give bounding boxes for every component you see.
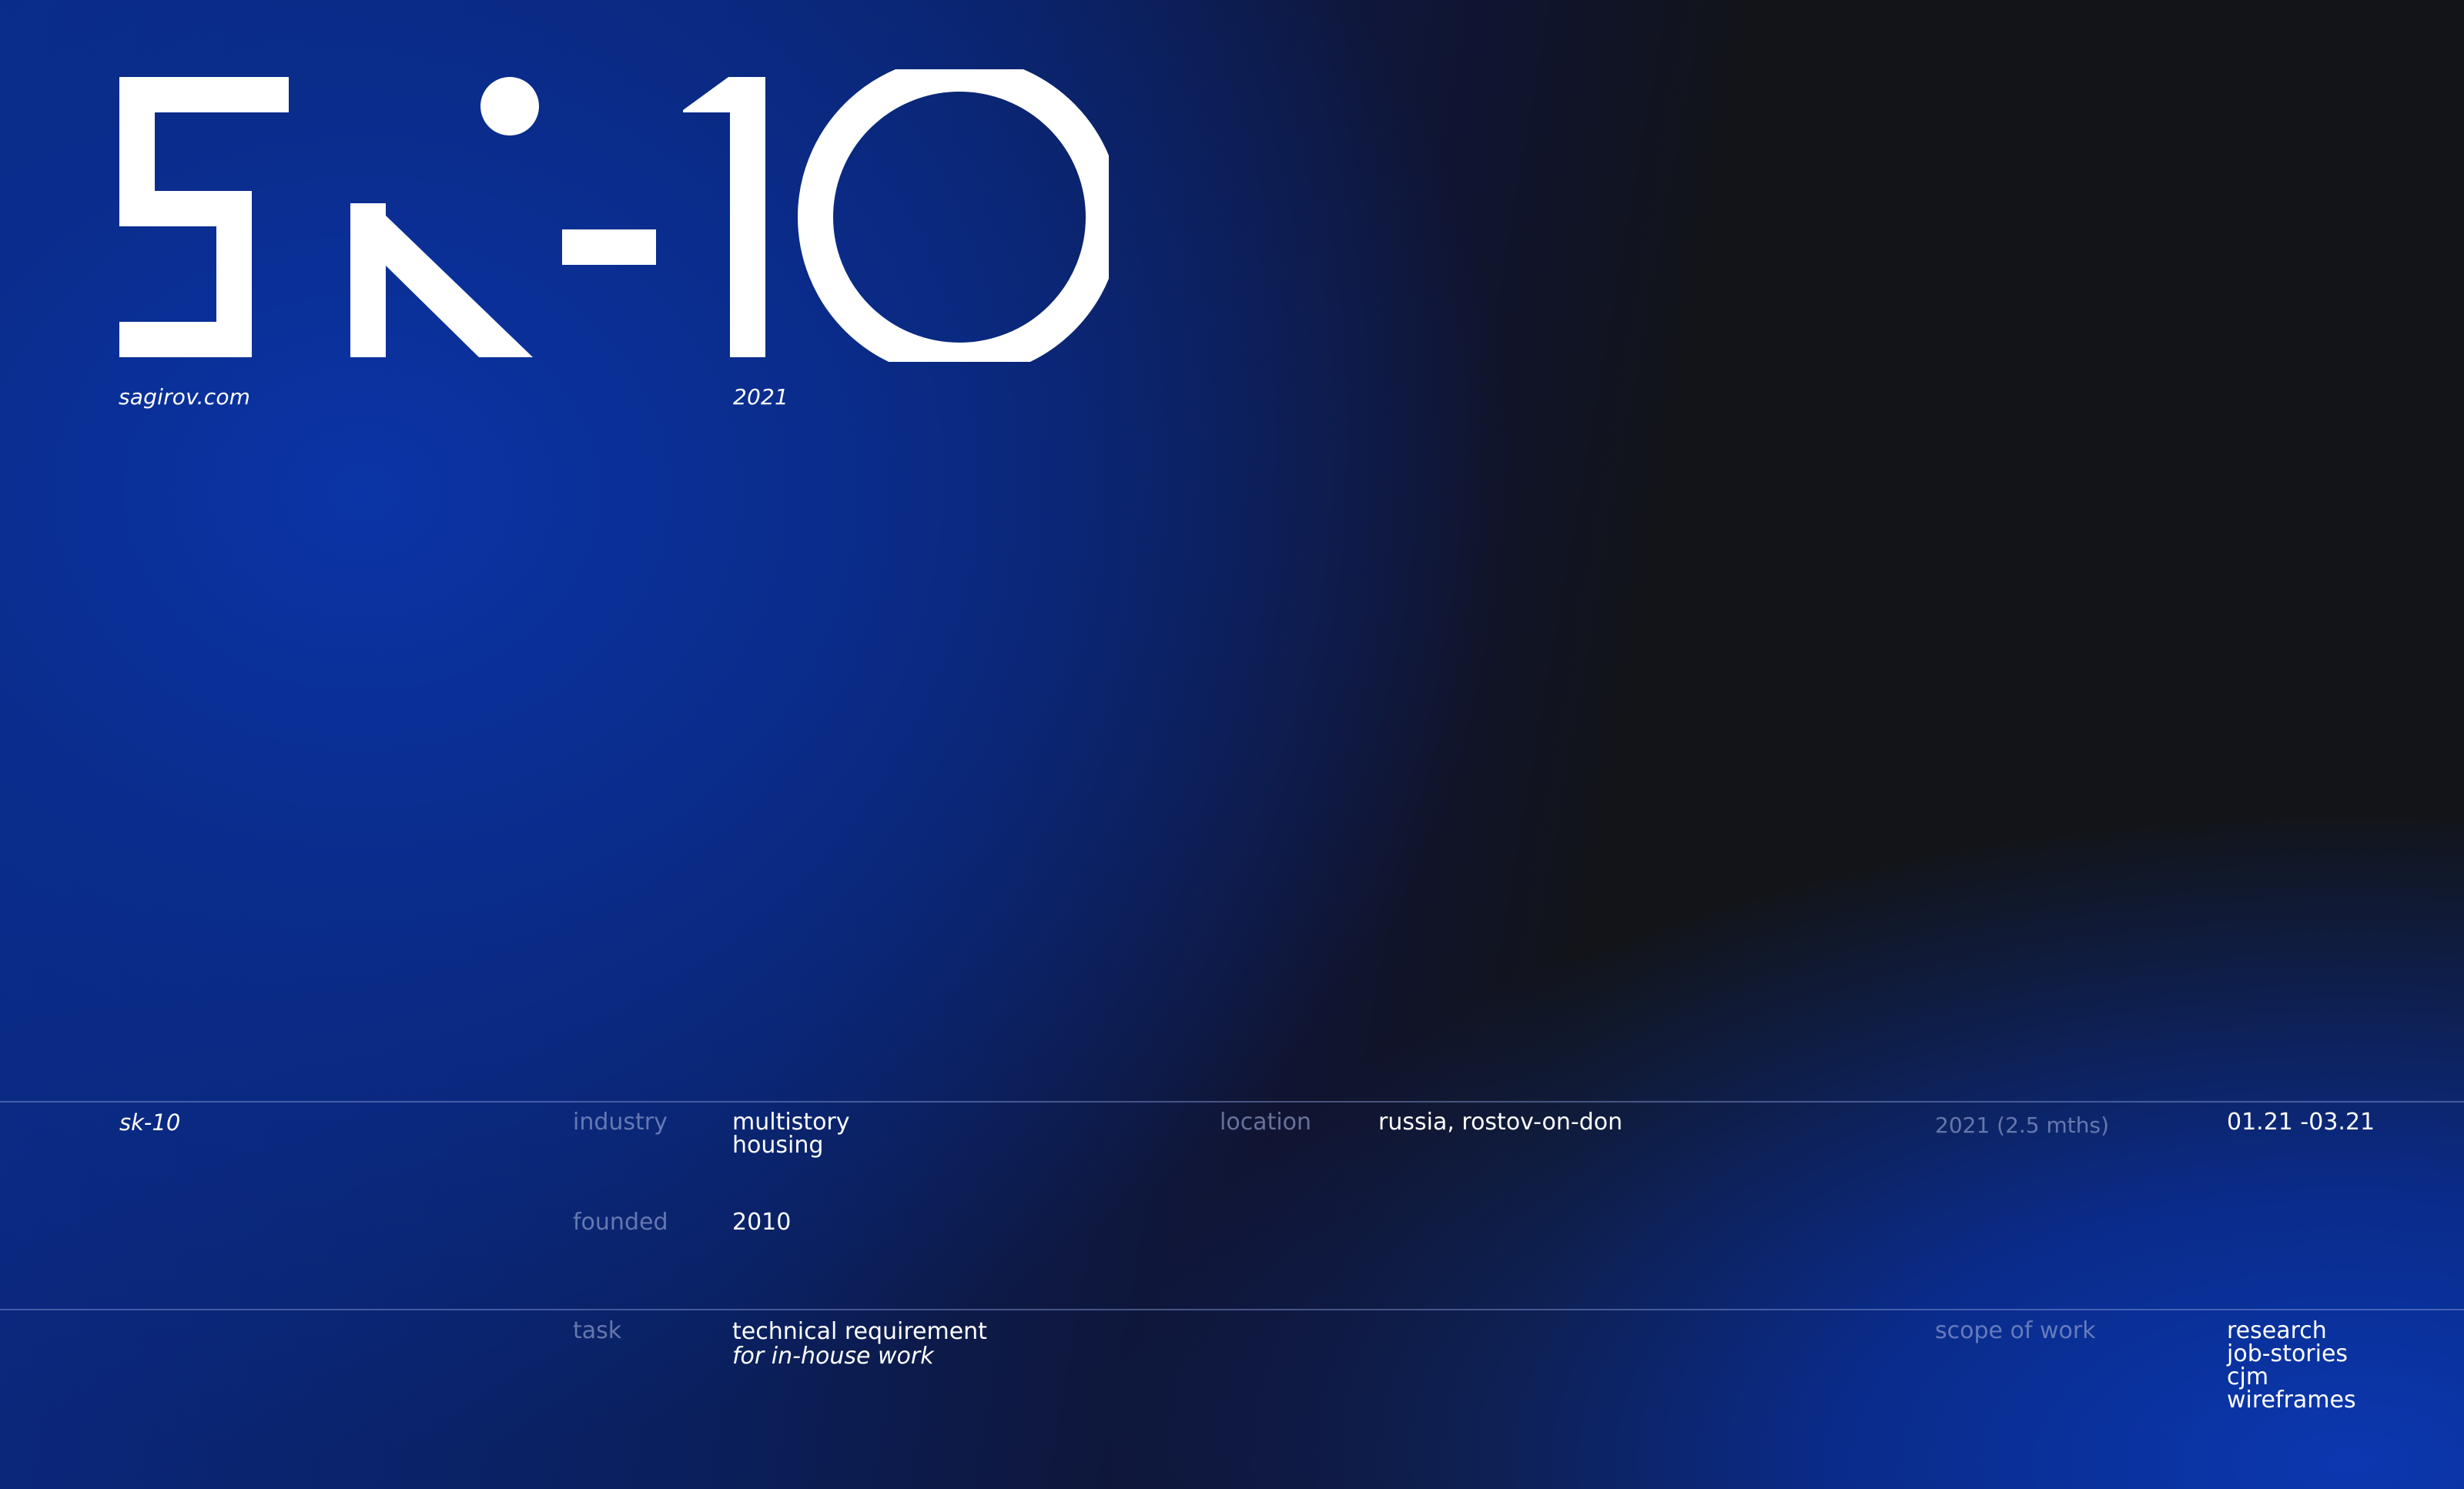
- logo-letter-k-leg: [386, 216, 533, 357]
- scope-item-research: research: [2227, 1317, 2327, 1344]
- logo-digit-one: [683, 77, 765, 357]
- divider-top: [0, 1101, 2464, 1103]
- logo-digit-zero: [798, 69, 1109, 362]
- industry-line-1: multistory: [732, 1109, 850, 1136]
- founded-value: 2010: [732, 1209, 792, 1236]
- scope-list: research job-stories cjm wireframes: [2227, 1320, 2356, 1412]
- founded-label: founded: [573, 1209, 668, 1236]
- scope-item-cjm: cjm: [2227, 1364, 2269, 1390]
- location-label: location: [1220, 1109, 1312, 1136]
- logo-dash: [562, 229, 656, 265]
- sk10-logo: [119, 69, 1109, 362]
- scope-label: scope of work: [1935, 1317, 2096, 1344]
- scope-item-wireframes: wireframes: [2227, 1387, 2356, 1414]
- project-name: sk-10: [119, 1109, 181, 1136]
- site-url[interactable]: sagirov.com: [119, 384, 250, 410]
- location-value: russia, rostov-on-don: [1378, 1109, 1623, 1136]
- scope-item-job-stories: job-stories: [2227, 1340, 2348, 1367]
- task-label: task: [573, 1317, 622, 1344]
- divider-middle: [0, 1309, 2464, 1310]
- year-label: 2021: [733, 384, 789, 410]
- task-value: technical requirement for in-house work: [732, 1320, 987, 1369]
- logo-letter-s: [119, 77, 289, 357]
- task-line-1: technical requirement: [732, 1318, 987, 1345]
- industry-value: multistory housing: [732, 1111, 850, 1157]
- task-line-2: for in-house work: [732, 1343, 934, 1370]
- timeline-label: 2021 (2.5 mths): [1935, 1113, 2110, 1138]
- logo-letter-k-stem: [350, 203, 386, 357]
- logo-dot: [480, 77, 539, 136]
- industry-line-2: housing: [732, 1132, 824, 1159]
- industry-label: industry: [573, 1109, 668, 1136]
- timeline-value: 01.21 -03.21: [2227, 1109, 2375, 1136]
